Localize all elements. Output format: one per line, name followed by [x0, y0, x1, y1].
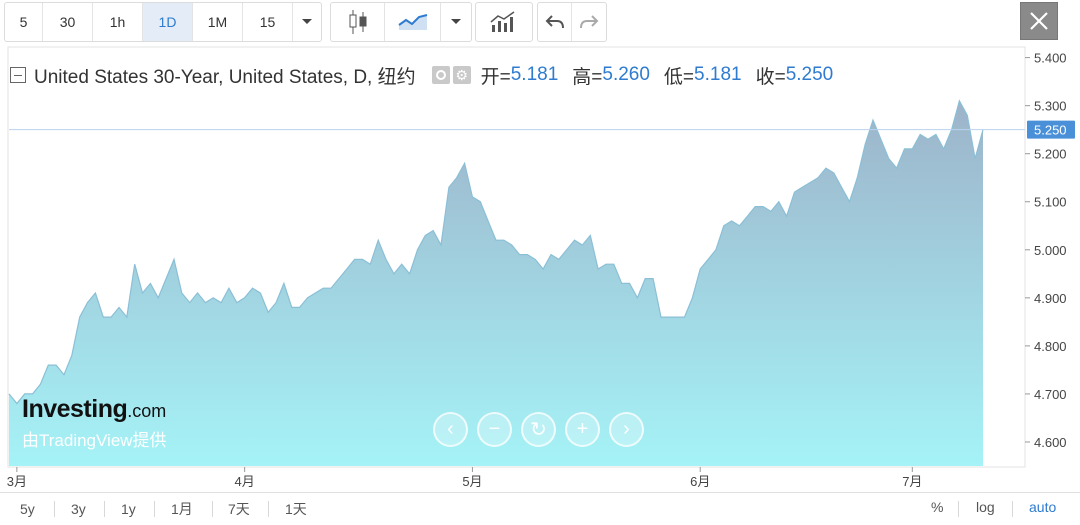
- zoom-in-button[interactable]: +: [565, 412, 600, 447]
- high-label: 高=: [572, 66, 603, 88]
- range-bar: 5y 3y 1y 1月 7天 1天 % log auto: [0, 492, 1080, 525]
- divider: [54, 501, 55, 517]
- scroll-right-button[interactable]: ›: [609, 412, 644, 447]
- range-1y-button[interactable]: 1y: [121, 499, 136, 519]
- minus-icon: −: [488, 418, 501, 440]
- y-tick-label: 4.900: [1034, 291, 1067, 306]
- y-tick-label: 5.300: [1034, 99, 1067, 114]
- y-tick-label: 5.000: [1034, 243, 1067, 258]
- x-tick-label: 6月: [690, 474, 710, 489]
- range-1month-button[interactable]: 1月: [171, 499, 193, 519]
- chart-legend: United States 30-Year, United States, D,…: [10, 62, 833, 88]
- divider: [958, 501, 959, 517]
- visibility-eye-icon[interactable]: [431, 66, 450, 84]
- x-tick-label: 7月: [902, 474, 922, 489]
- zoom-out-button[interactable]: −: [477, 412, 512, 447]
- low-label: 低=: [663, 66, 695, 88]
- x-tick-label: 5月: [462, 474, 482, 489]
- divider: [268, 501, 269, 517]
- log-scale-toggle[interactable]: log: [976, 499, 995, 515]
- scroll-left-button[interactable]: ‹: [433, 412, 468, 447]
- y-tick-label: 4.600: [1034, 435, 1067, 450]
- range-3y-button[interactable]: 3y: [71, 499, 86, 519]
- range-1day-button[interactable]: 1天: [285, 499, 307, 519]
- chevron-right-icon: ›: [623, 418, 630, 440]
- reset-button[interactable]: ↻: [521, 412, 556, 447]
- auto-scale-toggle[interactable]: auto: [1029, 499, 1056, 515]
- reset-icon: ↻: [530, 419, 547, 441]
- legend-collapse-icon[interactable]: [10, 67, 26, 83]
- symbol-title: United States 30-Year, United States, D,…: [34, 66, 416, 88]
- brand-name: Investing: [22, 395, 128, 423]
- percent-scale-toggle[interactable]: %: [931, 499, 943, 515]
- y-tick-label: 5.200: [1034, 147, 1067, 162]
- brand-suffix: .com: [127, 401, 167, 421]
- chevron-left-icon: ‹: [447, 418, 454, 440]
- y-tick-label: 5.100: [1034, 195, 1067, 210]
- high-value: 5.260: [602, 64, 650, 85]
- range-5y-button[interactable]: 5y: [20, 499, 35, 519]
- close-price-label: 收=: [755, 66, 786, 88]
- chart-navigation: ‹ − ↻ + ›: [433, 412, 644, 447]
- divider: [104, 501, 105, 517]
- x-tick-label: 3月: [7, 474, 27, 489]
- current-price-tag-label: 5.250: [1034, 123, 1067, 138]
- low-value: 5.181: [694, 64, 742, 85]
- y-tick-label: 5.400: [1034, 51, 1067, 66]
- divider: [1012, 501, 1013, 517]
- plus-icon: +: [576, 418, 589, 440]
- divider: [154, 501, 155, 517]
- close-price-value: 5.250: [785, 64, 834, 85]
- y-tick-label: 4.700: [1034, 387, 1067, 402]
- divider: [212, 501, 213, 517]
- investing-watermark: Investing.com 由TradingView提供: [22, 395, 167, 451]
- open-label: 开=: [480, 66, 511, 88]
- range-7day-button[interactable]: 7天: [228, 499, 250, 519]
- provider-label: 由TradingView提供: [22, 431, 167, 450]
- open-value: 5.181: [510, 64, 559, 85]
- y-tick-label: 4.800: [1034, 339, 1067, 354]
- settings-gear-icon[interactable]: ⚙: [452, 66, 471, 84]
- x-tick-label: 4月: [235, 474, 255, 489]
